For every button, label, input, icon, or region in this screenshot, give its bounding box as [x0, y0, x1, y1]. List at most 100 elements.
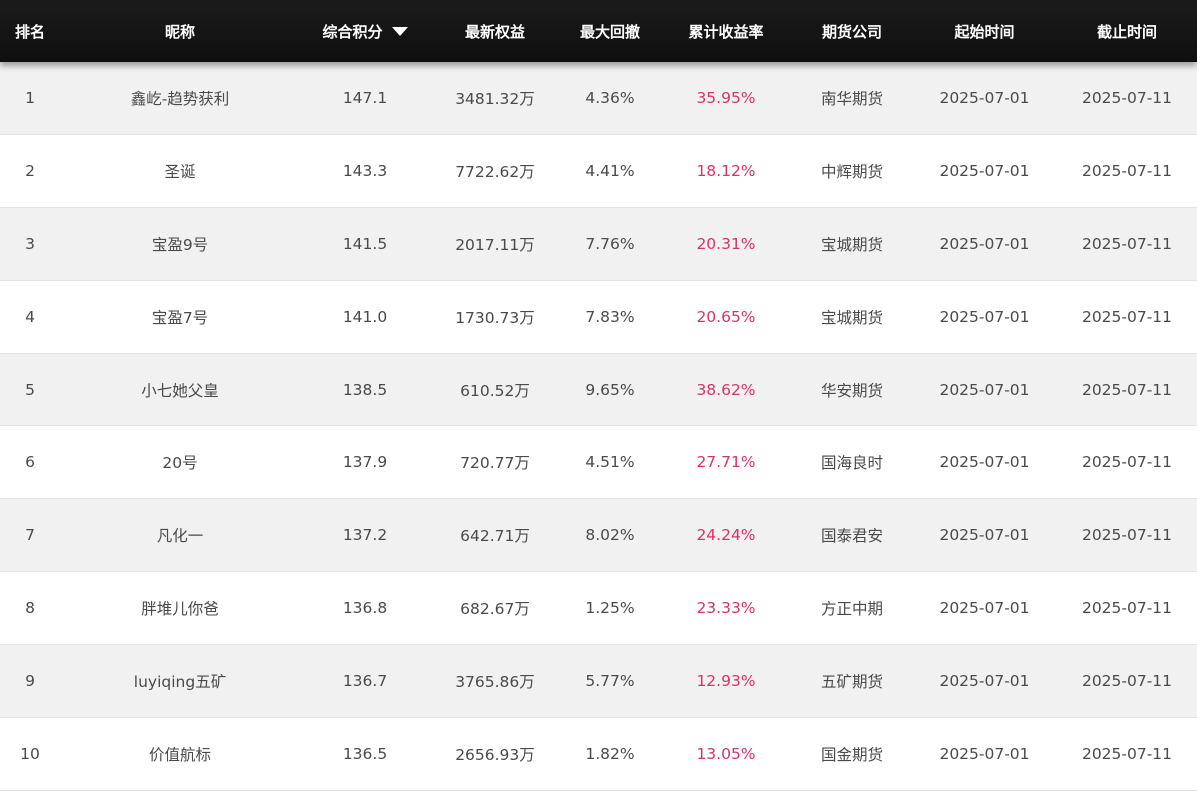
- caret-down-icon: [391, 27, 408, 36]
- drawdown-cell: 4.41%: [585, 161, 635, 180]
- end-time-cell: 2025-07-11: [1081, 744, 1173, 763]
- drawdown-cell: 1.82%: [585, 744, 635, 763]
- end-time-cell: 2025-07-11: [1081, 307, 1173, 326]
- header-return-rate[interactable]: 累计收益率: [660, 0, 792, 62]
- nickname-cell: 20号: [162, 454, 198, 473]
- score-cell: 143.3: [342, 161, 388, 180]
- end-time-cell: 2025-07-11: [1081, 599, 1173, 618]
- table-body: 1 鑫屹-趋势获利 147.1 3481.32万 4.36% 35.95% 南华…: [0, 62, 1197, 791]
- return-rate-cell: 38.62%: [696, 380, 756, 399]
- return-rate-cell: 23.33%: [696, 599, 756, 618]
- equity-cell: 642.71万: [460, 527, 530, 546]
- equity-cell: 682.67万: [460, 600, 530, 619]
- equity-cell: 610.52万: [460, 381, 530, 400]
- nickname-cell: 小七她父皇: [141, 381, 219, 400]
- company-cell: 中辉期货: [820, 162, 883, 181]
- equity-cell: 3765.86万: [455, 673, 535, 692]
- table-row[interactable]: 6 20号 137.9 720.77万 4.51% 27.71% 国海良时 20…: [0, 426, 1197, 500]
- nickname-cell: 价值航标: [148, 745, 211, 764]
- start-time-cell: 2025-07-01: [939, 307, 1030, 326]
- drawdown-cell: 8.02%: [585, 526, 635, 545]
- drawdown-cell: 1.25%: [585, 599, 635, 618]
- return-rate-cell: 27.71%: [696, 453, 756, 472]
- score-cell: 136.8: [342, 599, 388, 618]
- table-row[interactable]: 1 鑫屹-趋势获利 147.1 3481.32万 4.36% 35.95% 南华…: [0, 62, 1197, 135]
- rank-cell: 5: [25, 380, 35, 399]
- start-time-cell: 2025-07-01: [939, 744, 1030, 763]
- score-cell: 136.5: [342, 744, 388, 763]
- company-cell: 五矿期货: [820, 673, 883, 692]
- end-time-cell: 2025-07-11: [1081, 526, 1173, 545]
- drawdown-cell: 7.76%: [585, 234, 635, 253]
- ranking-table: 排名 昵称 综合积分 最新权益 最大回撤 累计收益率 期货公司 起始时间 截止时…: [0, 0, 1197, 791]
- header-score-label: 综合积分: [322, 22, 383, 41]
- drawdown-cell: 7.83%: [585, 307, 635, 326]
- table-row[interactable]: 4 宝盈7号 141.0 1730.73万 7.83% 20.65% 宝城期货 …: [0, 280, 1197, 354]
- score-cell: 137.9: [342, 453, 388, 472]
- score-cell: 138.5: [342, 380, 388, 399]
- header-rank[interactable]: 排名: [0, 0, 60, 62]
- start-time-cell: 2025-07-01: [939, 526, 1030, 545]
- return-rate-cell: 35.95%: [696, 88, 756, 107]
- return-rate-cell: 12.93%: [696, 672, 756, 691]
- header-score-sort[interactable]: 综合积分: [300, 0, 430, 62]
- equity-cell: 2017.11万: [455, 235, 535, 254]
- header-end-time[interactable]: 截止时间: [1057, 0, 1197, 62]
- table-row[interactable]: 5 小七她父皇 138.5 610.52万 9.65% 38.62% 华安期货 …: [0, 353, 1197, 427]
- nickname-cell: 圣诞: [164, 162, 196, 181]
- start-time-cell: 2025-07-01: [939, 380, 1030, 399]
- rank-cell: 3: [25, 234, 35, 253]
- equity-cell: 7722.62万: [455, 162, 535, 181]
- table-row[interactable]: 9 luyiqing五矿 136.7 3765.86万 5.77% 12.93%…: [0, 645, 1197, 719]
- start-time-cell: 2025-07-01: [939, 453, 1030, 472]
- end-time-cell: 2025-07-11: [1081, 380, 1173, 399]
- company-cell: 国泰君安: [820, 527, 883, 546]
- return-rate-cell: 20.65%: [696, 307, 756, 326]
- table-header: 排名 昵称 综合积分 最新权益 最大回撤 累计收益率 期货公司 起始时间 截止时…: [0, 0, 1197, 62]
- nickname-cell: 鑫屹-趋势获利: [130, 89, 230, 108]
- end-time-cell: 2025-07-11: [1081, 161, 1173, 180]
- header-start-time[interactable]: 起始时间: [912, 0, 1057, 62]
- header-drawdown[interactable]: 最大回撤: [560, 0, 660, 62]
- nickname-cell: 宝盈9号: [151, 235, 209, 254]
- table-row[interactable]: 3 宝盈9号 141.5 2017.11万 7.76% 20.31% 宝城期货 …: [0, 207, 1197, 281]
- table-row[interactable]: 8 胖堆儿你爸 136.8 682.67万 1.25% 23.33% 方正中期 …: [0, 572, 1197, 646]
- rank-cell: 8: [25, 599, 35, 618]
- company-cell: 国金期货: [820, 745, 883, 764]
- start-time-cell: 2025-07-01: [939, 672, 1030, 691]
- equity-cell: 720.77万: [460, 454, 530, 473]
- header-nickname[interactable]: 昵称: [60, 0, 300, 62]
- drawdown-cell: 5.77%: [585, 672, 635, 691]
- drawdown-cell: 4.51%: [585, 453, 635, 472]
- company-cell: 南华期货: [820, 89, 883, 108]
- nickname-cell: 宝盈7号: [151, 308, 209, 327]
- rank-cell: 7: [25, 526, 35, 545]
- return-rate-cell: 24.24%: [696, 526, 756, 545]
- drawdown-cell: 4.36%: [585, 88, 635, 107]
- return-rate-cell: 18.12%: [696, 161, 756, 180]
- table-row[interactable]: 2 圣诞 143.3 7722.62万 4.41% 18.12% 中辉期货 20…: [0, 134, 1197, 208]
- rank-cell: 10: [20, 744, 40, 763]
- header-company[interactable]: 期货公司: [792, 0, 912, 62]
- company-cell: 宝城期货: [820, 235, 883, 254]
- score-cell: 136.7: [342, 672, 388, 691]
- equity-cell: 3481.32万: [455, 89, 535, 108]
- end-time-cell: 2025-07-11: [1081, 672, 1173, 691]
- end-time-cell: 2025-07-11: [1081, 453, 1173, 472]
- nickname-cell: 胖堆儿你爸: [141, 600, 219, 619]
- header-equity[interactable]: 最新权益: [430, 0, 560, 62]
- table-row[interactable]: 7 凡化一 137.2 642.71万 8.02% 24.24% 国泰君安 20…: [0, 499, 1197, 573]
- rank-cell: 6: [25, 453, 35, 472]
- score-cell: 147.1: [342, 88, 388, 107]
- company-cell: 方正中期: [820, 600, 883, 619]
- equity-cell: 2656.93万: [455, 745, 535, 764]
- start-time-cell: 2025-07-01: [939, 234, 1030, 253]
- nickname-cell: luyiqing五矿: [133, 673, 227, 692]
- end-time-cell: 2025-07-11: [1081, 234, 1173, 253]
- drawdown-cell: 9.65%: [585, 380, 635, 399]
- rank-cell: 2: [25, 161, 35, 180]
- nickname-cell: 凡化一: [156, 527, 204, 546]
- equity-cell: 1730.73万: [455, 308, 535, 327]
- company-cell: 国海良时: [820, 454, 883, 473]
- table-row[interactable]: 10 价值航标 136.5 2656.93万 1.82% 13.05% 国金期货…: [0, 718, 1197, 791]
